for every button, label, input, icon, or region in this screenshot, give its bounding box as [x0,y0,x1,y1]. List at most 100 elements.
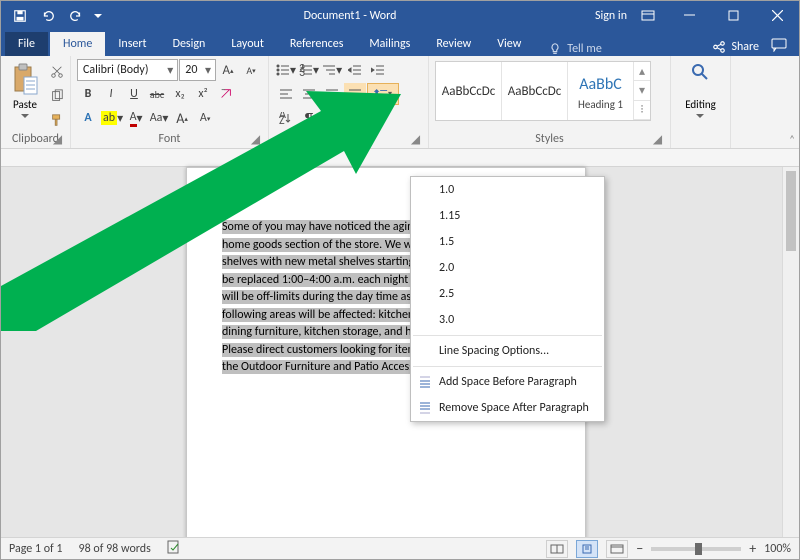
strikethrough-button[interactable]: abc [146,83,168,105]
line-spacing-2.0[interactable]: 2.0 [411,255,604,281]
font-size-combo[interactable]: 20▾ [179,59,216,81]
styles-gallery[interactable]: AaBbCcDc AaBbCcDc AaBbCHeading 1 ▴▾⁝ [435,61,651,121]
style-normal[interactable]: AaBbCcDc [436,62,502,120]
share-label: Share [731,40,759,54]
proofing-icon[interactable] [167,540,183,558]
sort-button[interactable]: AZ [275,107,297,129]
format-painter-icon[interactable] [46,109,68,131]
tab-mailings[interactable]: Mailings [356,32,423,56]
bullets-button[interactable]: ▾ [275,59,297,81]
line-spacing-1.5[interactable]: 1.5 [411,229,604,255]
cut-icon[interactable] [46,61,68,83]
group-paragraph-label: aph [335,132,362,146]
maximize-button[interactable] [711,1,755,30]
tab-design[interactable]: Design [160,32,219,56]
redo-icon[interactable] [63,4,89,28]
status-page[interactable]: Page 1 of 1 [9,542,63,556]
clipboard-dialog-launcher[interactable]: ◢ [51,132,64,145]
decrease-indent-button[interactable] [344,59,366,81]
increase-indent-button[interactable] [367,59,389,81]
share-button[interactable]: Share [712,40,759,54]
ribbon-tabs: File Home Insert Design Layout Reference… [1,30,799,56]
share-icon [712,40,726,54]
font-dialog-launcher[interactable]: ◢ [249,132,262,145]
grow-font-2[interactable]: A▴ [171,107,193,129]
status-word-count[interactable]: 98 of 98 words [79,542,151,556]
align-center-button[interactable] [298,83,320,105]
add-space-before[interactable]: Add Space Before Paragraph [411,369,604,395]
close-button[interactable] [755,1,799,30]
ribbon: Paste Clipboard◢ Calibri (Body)▾ 20▾ A▴ … [1,56,799,149]
shading-button[interactable]: ▾ [321,107,343,129]
line-spacing-options[interactable]: Line Spacing Options... [411,338,604,364]
group-font-label: Font [159,132,181,146]
numbering-button[interactable]: 123▾ [298,59,320,81]
menu-separator [413,335,602,336]
line-spacing-2.5[interactable]: 2.5 [411,281,604,307]
qa-customize-icon[interactable] [91,4,105,28]
tab-file[interactable]: File [5,32,48,56]
underline-button[interactable]: U [123,83,145,105]
zoom-level[interactable]: 100% [764,542,791,556]
align-left-button[interactable] [275,83,297,105]
svg-text:Z: Z [279,114,285,124]
show-hide-button[interactable]: ¶ [298,107,320,129]
scrollbar-thumb[interactable] [786,171,796,251]
tab-references[interactable]: References [277,32,357,56]
vertical-scrollbar[interactable] [782,167,799,537]
undo-icon[interactable] [35,4,61,28]
italic-button[interactable]: I [100,83,122,105]
change-case-button[interactable]: Aa▾ [148,107,170,129]
paste-button[interactable]: Paste [7,61,43,121]
line-spacing-1.15[interactable]: 1.15 [411,203,604,229]
tab-home[interactable]: Home [50,32,105,56]
align-right-button[interactable] [321,83,343,105]
tell-me-label: Tell me [567,42,602,56]
paragraph-dialog-launcher[interactable]: ◢ [409,132,422,145]
zoom-in-button[interactable]: + [749,540,756,557]
zoom-slider[interactable] [651,547,741,551]
view-read-mode[interactable] [546,540,568,558]
save-icon[interactable] [7,4,33,28]
remove-space-after[interactable]: Remove Space After Paragraph [411,395,604,421]
tab-view[interactable]: View [484,32,534,56]
sign-in-link[interactable]: Sign in [595,9,627,23]
group-styles: AaBbCcDc AaBbCcDc AaBbCHeading 1 ▴▾⁝ Sty… [429,56,671,148]
view-web-layout[interactable] [606,540,628,558]
document-area: Some of you may have noticed the aging w… [1,149,799,537]
style-no-spacing[interactable]: AaBbCcDc [502,62,568,120]
editing-button[interactable]: Editing [681,61,720,121]
bold-button[interactable]: B [77,83,99,105]
collapse-ribbon-icon[interactable]: ˄ [789,133,795,146]
multilevel-list-button[interactable]: ▾ [321,59,343,81]
tell-me[interactable]: Tell me [548,42,602,56]
copy-icon[interactable] [46,85,68,107]
clear-formatting-icon[interactable] [215,83,237,105]
highlight-button[interactable]: ab▾ [100,107,124,129]
shrink-font-2[interactable]: A▾ [194,107,216,129]
styles-more-button[interactable]: ▴▾⁝ [634,62,650,120]
subscript-button[interactable]: x₂ [169,83,191,105]
font-family-combo[interactable]: Calibri (Body)▾ [77,59,178,81]
zoom-out-button[interactable]: − [636,540,643,557]
styles-dialog-launcher[interactable]: ◢ [651,132,664,145]
line-spacing-1.0[interactable]: 1.0 [411,177,604,203]
font-color-button[interactable]: A▾ [125,107,147,129]
comments-icon[interactable] [771,38,787,56]
borders-button[interactable]: ▾ [344,107,366,129]
shrink-font-button[interactable]: A▾ [240,59,262,81]
line-spacing-3.0[interactable]: 3.0 [411,307,604,333]
minimize-button[interactable] [667,1,711,30]
text-effects-button[interactable]: A [77,107,99,129]
justify-button[interactable] [344,83,366,105]
tab-layout[interactable]: Layout [218,32,277,56]
ribbon-display-options-icon[interactable] [635,4,661,28]
tab-insert[interactable]: Insert [105,32,159,56]
style-heading1[interactable]: AaBbCHeading 1 [568,62,634,120]
grow-font-button[interactable]: A▴ [217,59,239,81]
superscript-button[interactable]: x² [192,83,214,105]
ruler[interactable] [1,149,799,167]
tab-review[interactable]: Review [423,32,484,56]
line-spacing-button[interactable]: ▾ [367,83,399,105]
view-print-layout[interactable] [576,540,598,558]
